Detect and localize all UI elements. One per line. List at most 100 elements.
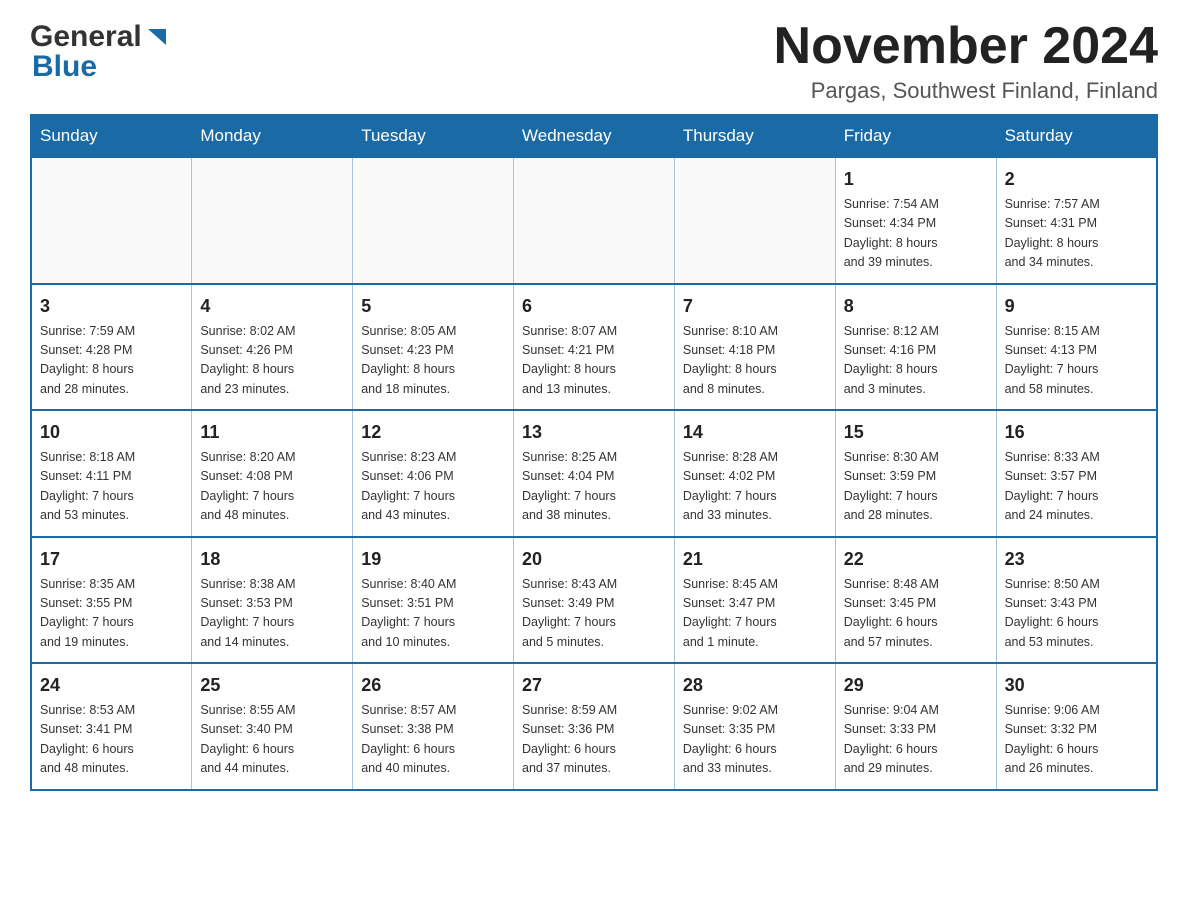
day-number: 9: [1005, 293, 1148, 320]
day-info: Sunrise: 8:05 AM Sunset: 4:23 PM Dayligh…: [361, 322, 505, 400]
day-info: Sunrise: 8:35 AM Sunset: 3:55 PM Dayligh…: [40, 575, 183, 653]
calendar-cell: 14Sunrise: 8:28 AM Sunset: 4:02 PM Dayli…: [674, 410, 835, 537]
day-info: Sunrise: 9:02 AM Sunset: 3:35 PM Dayligh…: [683, 701, 827, 779]
day-number: 13: [522, 419, 666, 446]
calendar-header-friday: Friday: [835, 115, 996, 157]
calendar-week-row: 1Sunrise: 7:54 AM Sunset: 4:34 PM Daylig…: [31, 157, 1157, 284]
calendar-cell: 21Sunrise: 8:45 AM Sunset: 3:47 PM Dayli…: [674, 537, 835, 664]
day-number: 6: [522, 293, 666, 320]
day-number: 26: [361, 672, 505, 699]
day-number: 19: [361, 546, 505, 573]
day-info: Sunrise: 9:06 AM Sunset: 3:32 PM Dayligh…: [1005, 701, 1148, 779]
day-info: Sunrise: 8:53 AM Sunset: 3:41 PM Dayligh…: [40, 701, 183, 779]
calendar-cell: 18Sunrise: 8:38 AM Sunset: 3:53 PM Dayli…: [192, 537, 353, 664]
calendar-cell: 1Sunrise: 7:54 AM Sunset: 4:34 PM Daylig…: [835, 157, 996, 284]
day-info: Sunrise: 8:57 AM Sunset: 3:38 PM Dayligh…: [361, 701, 505, 779]
day-info: Sunrise: 7:59 AM Sunset: 4:28 PM Dayligh…: [40, 322, 183, 400]
day-info: Sunrise: 8:33 AM Sunset: 3:57 PM Dayligh…: [1005, 448, 1148, 526]
day-number: 11: [200, 419, 344, 446]
day-number: 3: [40, 293, 183, 320]
calendar-week-row: 24Sunrise: 8:53 AM Sunset: 3:41 PM Dayli…: [31, 663, 1157, 790]
calendar-cell: 25Sunrise: 8:55 AM Sunset: 3:40 PM Dayli…: [192, 663, 353, 790]
day-info: Sunrise: 8:48 AM Sunset: 3:45 PM Dayligh…: [844, 575, 988, 653]
day-info: Sunrise: 8:10 AM Sunset: 4:18 PM Dayligh…: [683, 322, 827, 400]
day-info: Sunrise: 8:23 AM Sunset: 4:06 PM Dayligh…: [361, 448, 505, 526]
calendar-header-wednesday: Wednesday: [514, 115, 675, 157]
calendar-cell: 9Sunrise: 8:15 AM Sunset: 4:13 PM Daylig…: [996, 284, 1157, 411]
logo-blue-text: Blue: [32, 50, 97, 84]
calendar-table: SundayMondayTuesdayWednesdayThursdayFrid…: [30, 114, 1158, 791]
day-number: 15: [844, 419, 988, 446]
calendar-cell: 10Sunrise: 8:18 AM Sunset: 4:11 PM Dayli…: [31, 410, 192, 537]
day-number: 8: [844, 293, 988, 320]
calendar-cell: 19Sunrise: 8:40 AM Sunset: 3:51 PM Dayli…: [353, 537, 514, 664]
calendar-cell: 24Sunrise: 8:53 AM Sunset: 3:41 PM Dayli…: [31, 663, 192, 790]
calendar-cell: [192, 157, 353, 284]
title-section: November 2024 Pargas, Southwest Finland,…: [774, 20, 1158, 104]
calendar-header-monday: Monday: [192, 115, 353, 157]
calendar-cell: 28Sunrise: 9:02 AM Sunset: 3:35 PM Dayli…: [674, 663, 835, 790]
day-info: Sunrise: 8:07 AM Sunset: 4:21 PM Dayligh…: [522, 322, 666, 400]
calendar-cell: 23Sunrise: 8:50 AM Sunset: 3:43 PM Dayli…: [996, 537, 1157, 664]
calendar-cell: 2Sunrise: 7:57 AM Sunset: 4:31 PM Daylig…: [996, 157, 1157, 284]
day-number: 29: [844, 672, 988, 699]
calendar-cell: [674, 157, 835, 284]
calendar-week-row: 17Sunrise: 8:35 AM Sunset: 3:55 PM Dayli…: [31, 537, 1157, 664]
day-number: 4: [200, 293, 344, 320]
day-info: Sunrise: 8:18 AM Sunset: 4:11 PM Dayligh…: [40, 448, 183, 526]
logo-arrow-icon: [144, 29, 166, 49]
calendar-cell: 4Sunrise: 8:02 AM Sunset: 4:26 PM Daylig…: [192, 284, 353, 411]
day-number: 28: [683, 672, 827, 699]
day-info: Sunrise: 8:38 AM Sunset: 3:53 PM Dayligh…: [200, 575, 344, 653]
day-number: 18: [200, 546, 344, 573]
day-number: 12: [361, 419, 505, 446]
day-number: 7: [683, 293, 827, 320]
day-number: 2: [1005, 166, 1148, 193]
day-number: 17: [40, 546, 183, 573]
calendar-header-thursday: Thursday: [674, 115, 835, 157]
day-number: 22: [844, 546, 988, 573]
calendar-cell: 27Sunrise: 8:59 AM Sunset: 3:36 PM Dayli…: [514, 663, 675, 790]
calendar-cell: [353, 157, 514, 284]
location-text: Pargas, Southwest Finland, Finland: [774, 78, 1158, 104]
calendar-header-tuesday: Tuesday: [353, 115, 514, 157]
day-info: Sunrise: 8:28 AM Sunset: 4:02 PM Dayligh…: [683, 448, 827, 526]
calendar-cell: [514, 157, 675, 284]
calendar-cell: 11Sunrise: 8:20 AM Sunset: 4:08 PM Dayli…: [192, 410, 353, 537]
day-number: 10: [40, 419, 183, 446]
calendar-cell: 29Sunrise: 9:04 AM Sunset: 3:33 PM Dayli…: [835, 663, 996, 790]
calendar-cell: 7Sunrise: 8:10 AM Sunset: 4:18 PM Daylig…: [674, 284, 835, 411]
day-info: Sunrise: 8:45 AM Sunset: 3:47 PM Dayligh…: [683, 575, 827, 653]
calendar-cell: 30Sunrise: 9:06 AM Sunset: 3:32 PM Dayli…: [996, 663, 1157, 790]
day-info: Sunrise: 8:12 AM Sunset: 4:16 PM Dayligh…: [844, 322, 988, 400]
day-number: 14: [683, 419, 827, 446]
calendar-cell: 12Sunrise: 8:23 AM Sunset: 4:06 PM Dayli…: [353, 410, 514, 537]
day-number: 20: [522, 546, 666, 573]
day-info: Sunrise: 8:59 AM Sunset: 3:36 PM Dayligh…: [522, 701, 666, 779]
day-info: Sunrise: 8:30 AM Sunset: 3:59 PM Dayligh…: [844, 448, 988, 526]
day-number: 21: [683, 546, 827, 573]
logo: General Blue: [30, 20, 166, 84]
day-number: 23: [1005, 546, 1148, 573]
calendar-header-sunday: Sunday: [31, 115, 192, 157]
calendar-cell: 17Sunrise: 8:35 AM Sunset: 3:55 PM Dayli…: [31, 537, 192, 664]
calendar-cell: 5Sunrise: 8:05 AM Sunset: 4:23 PM Daylig…: [353, 284, 514, 411]
calendar-cell: 22Sunrise: 8:48 AM Sunset: 3:45 PM Dayli…: [835, 537, 996, 664]
day-number: 16: [1005, 419, 1148, 446]
calendar-header-row: SundayMondayTuesdayWednesdayThursdayFrid…: [31, 115, 1157, 157]
calendar-cell: [31, 157, 192, 284]
logo-general-text: General: [30, 20, 142, 54]
calendar-cell: 6Sunrise: 8:07 AM Sunset: 4:21 PM Daylig…: [514, 284, 675, 411]
day-number: 24: [40, 672, 183, 699]
calendar-cell: 15Sunrise: 8:30 AM Sunset: 3:59 PM Dayli…: [835, 410, 996, 537]
day-number: 25: [200, 672, 344, 699]
calendar-cell: 26Sunrise: 8:57 AM Sunset: 3:38 PM Dayli…: [353, 663, 514, 790]
day-info: Sunrise: 7:57 AM Sunset: 4:31 PM Dayligh…: [1005, 195, 1148, 273]
day-info: Sunrise: 8:40 AM Sunset: 3:51 PM Dayligh…: [361, 575, 505, 653]
calendar-cell: 3Sunrise: 7:59 AM Sunset: 4:28 PM Daylig…: [31, 284, 192, 411]
calendar-cell: 13Sunrise: 8:25 AM Sunset: 4:04 PM Dayli…: [514, 410, 675, 537]
day-number: 30: [1005, 672, 1148, 699]
day-info: Sunrise: 8:43 AM Sunset: 3:49 PM Dayligh…: [522, 575, 666, 653]
calendar-week-row: 10Sunrise: 8:18 AM Sunset: 4:11 PM Dayli…: [31, 410, 1157, 537]
calendar-cell: 16Sunrise: 8:33 AM Sunset: 3:57 PM Dayli…: [996, 410, 1157, 537]
